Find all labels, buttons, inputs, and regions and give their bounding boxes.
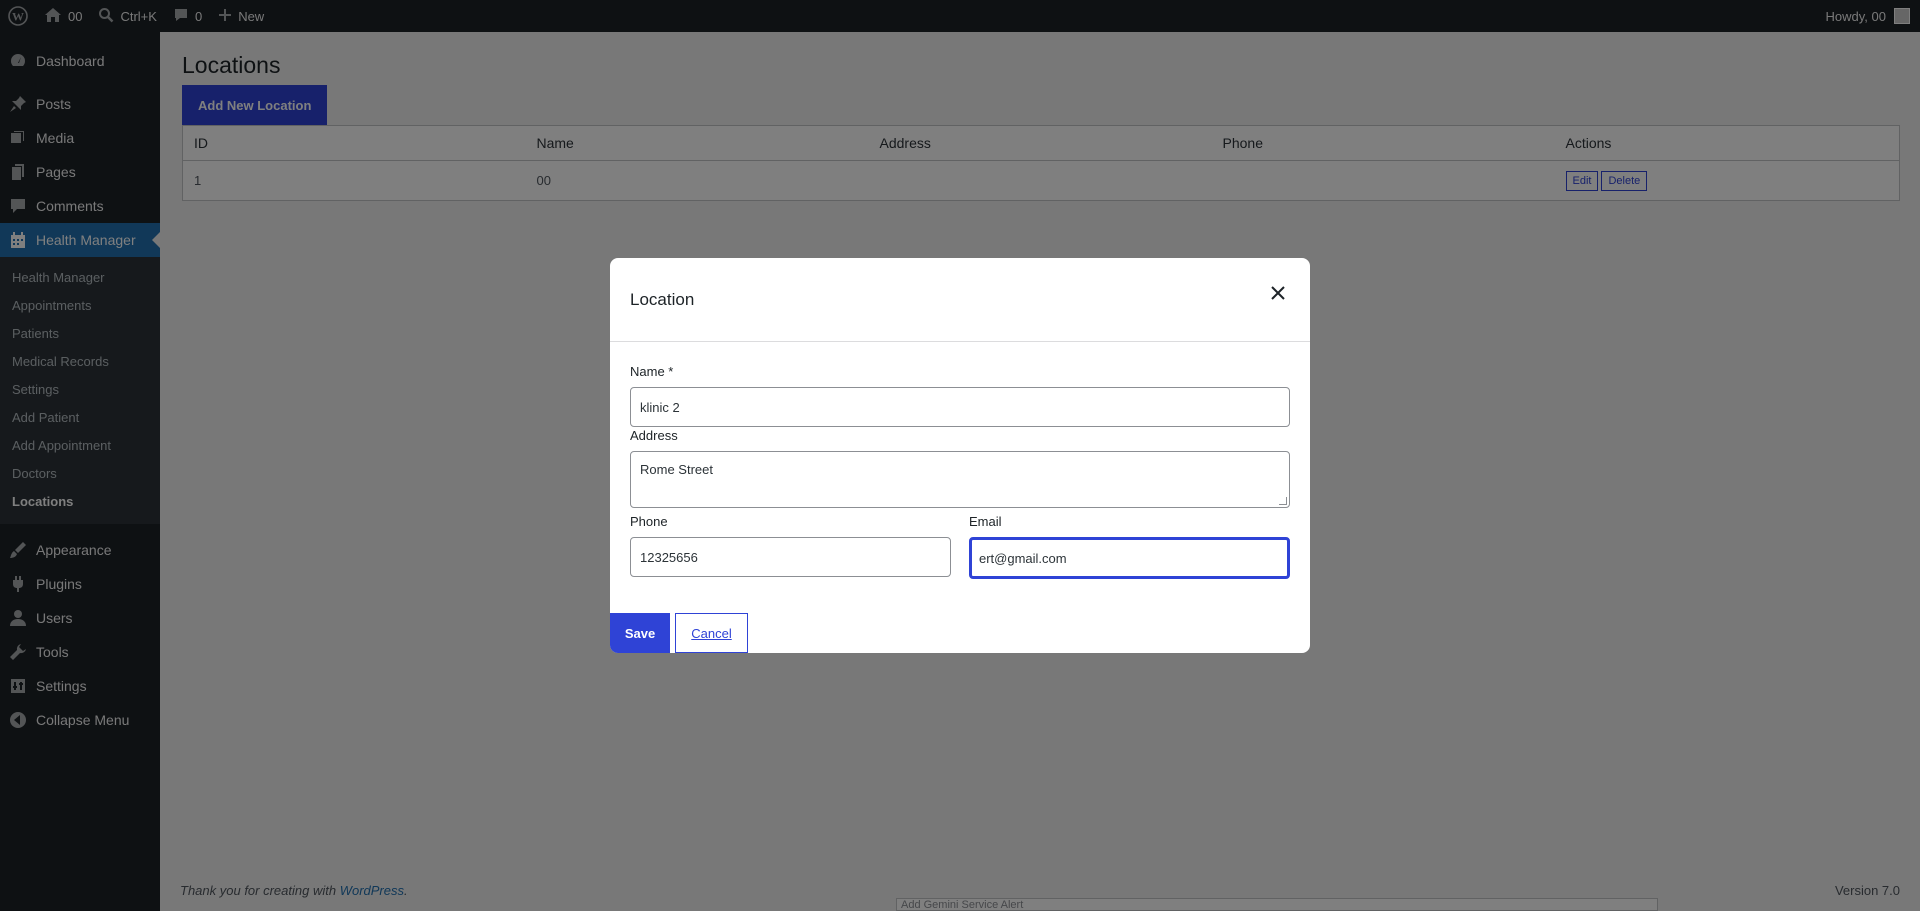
- phone-field[interactable]: [630, 537, 951, 577]
- location-modal: Location Name * Address Rome Street Phon…: [610, 258, 1310, 653]
- email-label: Email: [969, 514, 1002, 529]
- modal-title: Location: [630, 290, 695, 309]
- phone-label: Phone: [630, 514, 668, 529]
- address-label: Address: [630, 428, 678, 443]
- save-button[interactable]: Save: [610, 613, 670, 653]
- email-field[interactable]: [969, 537, 1290, 579]
- name-label: Name *: [630, 364, 674, 379]
- address-field[interactable]: Rome Street: [630, 451, 1290, 508]
- name-field[interactable]: [630, 387, 1290, 427]
- resize-handle-icon[interactable]: [1279, 497, 1287, 505]
- cancel-label: Cancel: [691, 625, 732, 641]
- close-button[interactable]: [1266, 282, 1290, 306]
- address-value: Rome Street: [640, 462, 713, 477]
- close-icon: [1271, 285, 1285, 303]
- modal-divider: [610, 341, 1310, 342]
- cancel-button[interactable]: Cancel: [675, 613, 748, 653]
